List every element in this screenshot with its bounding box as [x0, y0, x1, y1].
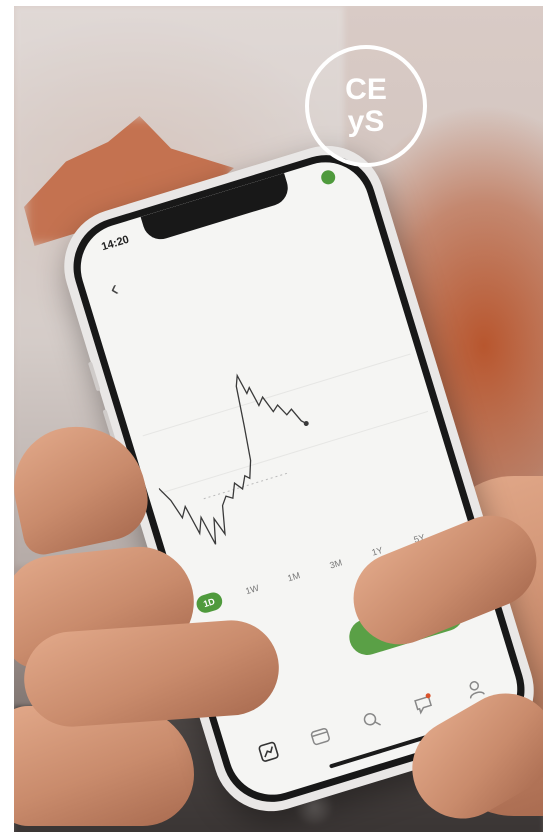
range-1m[interactable]: 1M: [278, 564, 309, 589]
price-endpoint: [303, 420, 309, 426]
range-1w[interactable]: 1W: [236, 577, 268, 602]
range-3m[interactable]: 3M: [321, 551, 352, 576]
status-check-icon: [319, 168, 337, 187]
logo-line-2: yS: [347, 105, 385, 138]
logo-line-1: CE: [345, 73, 387, 106]
wallet-icon[interactable]: [308, 724, 333, 749]
chat-icon[interactable]: [411, 692, 436, 717]
status-time: 14:20: [100, 233, 131, 254]
chart-icon[interactable]: [256, 739, 281, 764]
background-photo: 14:20 ‹ 1D 1W 1M 3M 1Y 5Y: [14, 6, 543, 832]
range-1d[interactable]: 1D: [194, 590, 224, 616]
price-line: [158, 373, 307, 545]
photo-scene: 14:20 ‹ 1D 1W 1M 3M 1Y 5Y CE yS: [0, 0, 543, 832]
ceys-logo: CE yS: [305, 45, 427, 167]
search-icon[interactable]: [359, 708, 384, 733]
back-chevron-icon[interactable]: ‹: [107, 275, 122, 302]
left-hand-thumb: [20, 617, 283, 730]
